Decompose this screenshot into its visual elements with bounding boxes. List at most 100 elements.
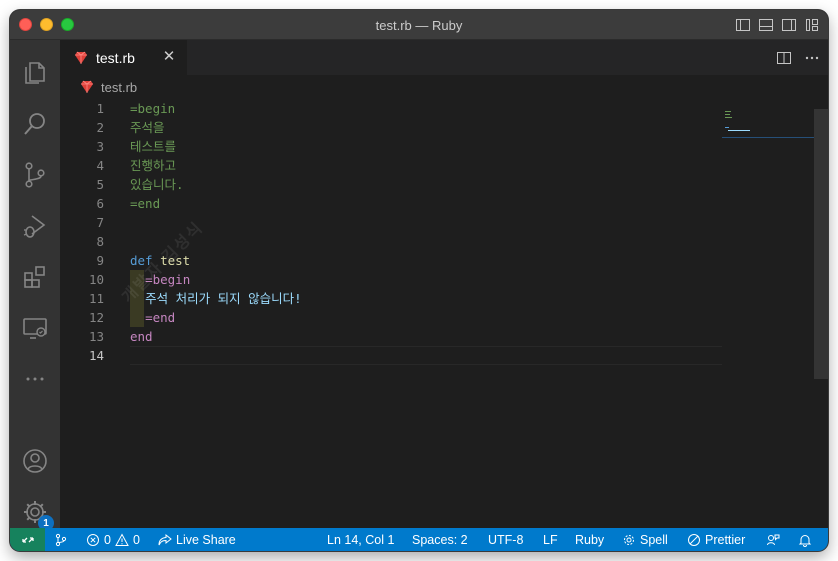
breadcrumb-file[interactable]: test.rb [101,80,137,95]
feedback-icon [767,534,780,545]
line-number: 1 [96,101,104,116]
more-views-button[interactable] [20,364,50,394]
encoding-status[interactable]: UTF-8 [488,528,523,551]
code-line[interactable]: 테스트를 [130,137,722,156]
minimap-slider[interactable] [722,137,816,138]
minimap[interactable] [722,99,816,528]
extensions-button[interactable] [20,262,50,292]
line-number: 11 [88,291,104,306]
encoding: UTF-8 [488,532,524,547]
code-line[interactable] [130,346,722,365]
end-of-line: LF [543,532,558,547]
live-share-status[interactable]: Live Share [158,528,236,551]
prettier-label: Prettier [705,532,746,547]
run-debug-button[interactable] [20,211,50,241]
cursor-position: Ln 14, Col 1 [327,532,395,547]
source-control-icon [25,162,45,188]
spell-gear-icon [624,534,634,545]
ellipsis-icon [26,377,44,381]
remote-indicator[interactable] [10,528,45,551]
code-editor[interactable]: 1 2 3 4 5 6 7 8 9 10 11 12 13 14 =begin 주석을 테스트를 진행하고 있습니… [60,99,828,528]
problems-status[interactable]: 0 0 [86,528,140,551]
search-icon [24,113,45,135]
cursor-position-status[interactable]: Ln 14, Col 1 [327,528,394,551]
language-mode: Ruby [575,532,605,547]
code-line[interactable] [130,213,722,232]
code-area[interactable]: =begin 주석을테스트를진행하고있습니다. =end def test =begi… [130,99,722,365]
code-token: end [130,329,153,344]
code-line[interactable]: =begin [130,270,722,289]
scrollbar-thumb[interactable] [814,109,828,379]
prettier-status[interactable]: Prettier [687,528,745,551]
code-token: 있습니다. [130,177,184,192]
editor-actions [776,50,820,66]
vscode-window: test.rb — Ruby 1 test.rb ✕ test.rb 1 2 3… [10,10,828,551]
code-line[interactable] [130,232,722,251]
customize-layout-icon[interactable] [804,17,820,33]
window-title: test.rb — Ruby [375,18,463,33]
accounts-button[interactable] [20,446,50,476]
line-number: 5 [96,177,104,192]
code-line[interactable]: def test [130,251,722,270]
code-line[interactable]: =end [130,308,722,327]
remote-explorer-icon [23,318,47,339]
breadcrumb[interactable]: test.rb [60,75,828,99]
extensions-icon [24,266,45,288]
code-line[interactable]: end [130,327,722,346]
remote-icon [21,536,34,543]
remote-explorer-button[interactable] [20,313,50,343]
code-token: 진행하고 [130,158,177,173]
files-icon [25,62,45,84]
code-token: 테스트를 [130,139,177,154]
run-debug-icon [23,215,46,238]
search-button[interactable] [20,109,50,139]
indentation: Spaces: 2 [412,532,468,547]
tab-test-rb[interactable]: test.rb ✕ [60,40,187,75]
bell-icon [798,534,812,547]
toggle-secondary-sidebar-icon[interactable] [781,17,797,33]
line-number: 12 [88,310,104,325]
line-number: 2 [96,120,104,135]
layout-controls [735,17,820,33]
feedback-status[interactable] [766,528,780,551]
close-tab-icon[interactable]: ✕ [161,49,177,65]
code-line[interactable]: =begin [130,99,722,118]
split-editor-icon[interactable] [776,50,792,66]
warning-icon [115,532,129,546]
more-actions-icon[interactable] [804,50,820,66]
code-line[interactable]: 주석 처리가 되지 않습니다! [130,289,722,308]
source-control-status[interactable] [54,528,68,551]
prettier-disabled-icon [688,533,700,546]
ruby-file-icon [81,80,93,93]
code-line[interactable]: 주석을 [130,118,722,137]
language-mode-status[interactable]: Ruby [575,528,604,551]
spell-label: Spell [640,532,668,547]
toggle-primary-sidebar-icon[interactable] [735,17,751,33]
notifications-status[interactable] [798,528,812,551]
error-icon [87,533,99,546]
eol-status[interactable]: LF [543,528,558,551]
warning-count: 0 [132,532,140,547]
vertical-scrollbar[interactable] [814,99,828,528]
toggle-panel-icon[interactable] [758,17,774,33]
code-token: 주석 처리가 되지 않습니다! [145,291,302,306]
line-number: 6 [96,196,104,211]
title-bar: test.rb — Ruby [10,10,828,40]
code-token: 주석을 [130,120,165,135]
source-control-button[interactable] [20,160,50,190]
code-line[interactable]: =end [130,194,722,213]
tab-label: test.rb [96,49,135,66]
spell-status[interactable]: Spell [622,528,668,551]
indentation-status[interactable]: Spaces: 2 [412,528,468,551]
line-number: 8 [96,234,104,249]
status-bar: 0 0 Live Share Ln 14, Col 1 Spaces: 2 UT… [10,528,828,551]
line-number: 9 [96,253,104,268]
code-line[interactable]: 있습니다. [130,175,722,194]
line-number: 4 [96,158,104,173]
manage-button[interactable]: 1 [20,497,54,531]
line-number: 3 [96,139,104,154]
explorer-button[interactable] [20,58,50,88]
code-token: =end [145,310,176,325]
code-line[interactable]: 진행하고 [130,156,722,175]
